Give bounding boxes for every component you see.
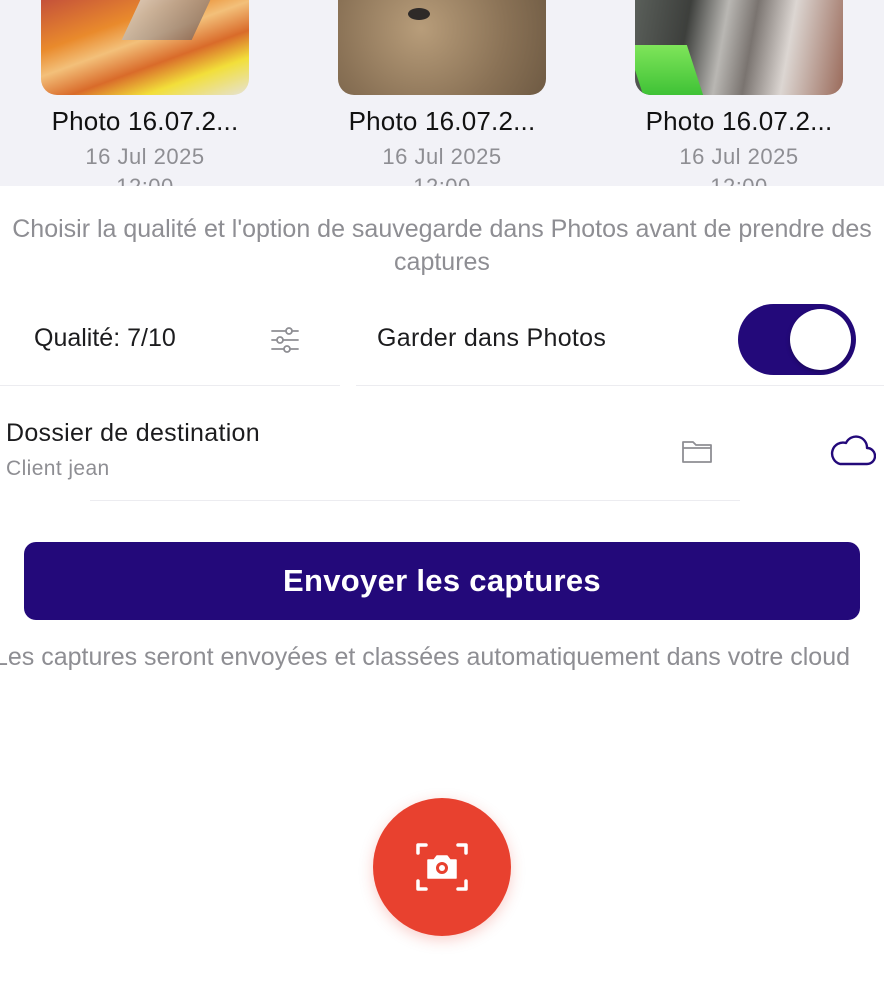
send-hint: Les captures seront envoyées et classées…: [0, 643, 851, 671]
destination-folder-label[interactable]: Dossier de destination: [6, 419, 260, 448]
photo-title: Photo 16.07.2...: [645, 106, 833, 136]
divider: [0, 385, 340, 386]
send-captures-button[interactable]: Envoyer les captures: [24, 542, 860, 620]
keep-in-photos-label: Garder dans Photos: [377, 324, 607, 352]
photo-title: Photo 16.07.2...: [348, 106, 536, 136]
toggle-knob: [790, 309, 851, 370]
quality-label[interactable]: Qualité: 7/10: [34, 324, 176, 353]
divider: [90, 500, 740, 501]
photo-thumbnail[interactable]: [338, 0, 546, 95]
photo-date: 16 Jul 2025: [382, 144, 502, 169]
divider: [356, 385, 884, 386]
keep-in-photos-toggle[interactable]: [738, 304, 856, 375]
sliders-icon[interactable]: [270, 326, 300, 354]
capture-button[interactable]: [373, 798, 511, 936]
photo-thumbnail[interactable]: [41, 0, 249, 95]
photo-title: Photo 16.07.2...: [51, 106, 239, 136]
photo-date: 16 Jul 2025: [85, 144, 205, 169]
settings-hint: Choisir la qualité et l'option de sauveg…: [12, 215, 872, 276]
cloud-icon[interactable]: [828, 433, 876, 467]
destination-folder-value: Client jean: [6, 457, 110, 480]
photo-gallery: Photo 16.07.2... 16 Jul 2025 12:00 Photo…: [0, 0, 884, 186]
camera-scan-icon: [416, 843, 468, 891]
photo-time: 12:00: [609, 174, 869, 186]
photo-time: 12:00: [312, 174, 572, 186]
photo-time: 12:00: [15, 174, 275, 186]
photo-thumbnail[interactable]: [635, 0, 843, 95]
photo-date: 16 Jul 2025: [679, 144, 799, 169]
folder-icon[interactable]: [681, 438, 713, 464]
